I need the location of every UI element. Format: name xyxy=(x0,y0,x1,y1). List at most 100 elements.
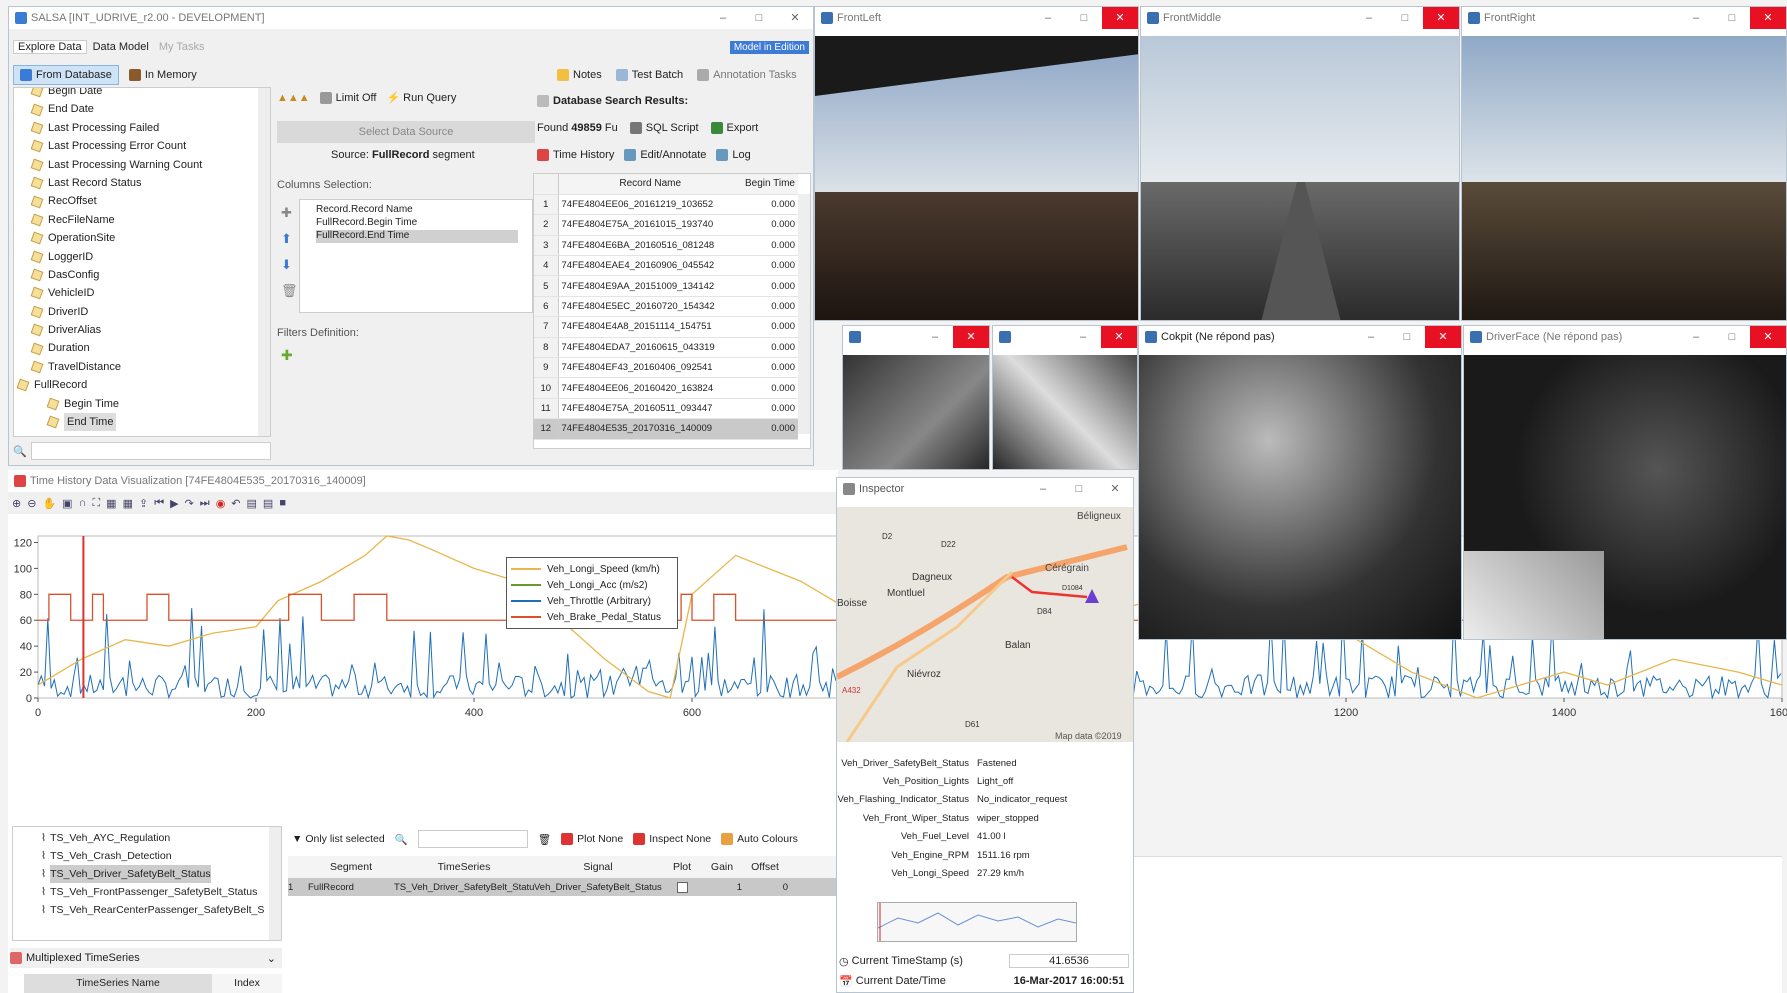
minimize-button[interactable]: – xyxy=(1025,478,1061,500)
minimize-button[interactable]: – xyxy=(1678,7,1714,29)
delete-column-icon[interactable]: 🗑 xyxy=(281,283,298,299)
annotation-tasks-button[interactable]: Annotation Tasks xyxy=(697,69,797,81)
tab-my-tasks[interactable]: My Tasks xyxy=(155,41,209,53)
tree-item[interactable]: Last Record Status xyxy=(30,174,270,192)
export-chart-icon[interactable]: ⇪ xyxy=(139,497,148,510)
close-button[interactable]: ✕ xyxy=(1097,478,1133,500)
close-button[interactable]: ✕ xyxy=(1750,7,1786,29)
undo-icon[interactable]: ↶ xyxy=(231,497,240,510)
legend-item[interactable]: Veh_Longi_Speed (km/h) xyxy=(511,561,673,577)
table-row[interactable]: 2 74FE4804E75A_20161015_193740 0.000 xyxy=(534,214,798,236)
pan-hand-icon[interactable]: ✋ xyxy=(42,497,56,510)
table-row[interactable]: 7 74FE4804E4A8_20151114_154751 0.000 xyxy=(534,316,798,338)
tree-item[interactable]: End Time xyxy=(32,413,270,432)
tab-explore-data[interactable]: Explore Data xyxy=(13,40,87,54)
minimize-button[interactable]: – xyxy=(1065,326,1101,348)
chevron-down-icon[interactable]: ⌄ xyxy=(267,952,276,965)
column-item[interactable]: Record.Record Name xyxy=(316,204,532,217)
filter-icon[interactable]: ▲▲▲ xyxy=(277,92,310,104)
tree-item[interactable]: RecOffset xyxy=(30,192,270,210)
table-row[interactable]: 9 74FE4804EF43_20160406_092541 0.000 xyxy=(534,357,798,379)
signal-col-header[interactable]: Signal xyxy=(534,861,662,873)
plot-checkbox[interactable] xyxy=(662,881,702,893)
tree-item[interactable]: Duration xyxy=(30,339,270,357)
signal-col-header[interactable]: Gain xyxy=(702,861,742,873)
tree-item[interactable]: Last Processing Warning Count xyxy=(30,156,270,174)
legend-item[interactable]: Veh_Brake_Pedal_Status xyxy=(511,609,673,625)
timeseries-item[interactable]: ⌇ TS_Veh_RearCenterPassenger_SafetyBelt_S xyxy=(41,901,281,919)
table-row[interactable]: 5 74FE4804E9AA_20151009_134142 0.000 xyxy=(534,275,798,297)
tree-item[interactable]: FullRecord xyxy=(16,376,270,394)
table-row[interactable]: 1 74FE4804EE06_20161219_103652 0.000 xyxy=(534,194,798,216)
step-icon[interactable]: ↷ xyxy=(185,497,194,510)
multiplexed-header[interactable]: Multiplexed TimeSeries ⌄ xyxy=(10,948,282,968)
table-row[interactable]: 10 74FE4804EE06_20160420_163824 0.000 xyxy=(534,377,798,399)
select-data-source-button[interactable]: Select Data Source xyxy=(277,121,535,143)
close-button[interactable]: ✕ xyxy=(1102,7,1138,29)
close-button[interactable]: ✕ xyxy=(953,326,989,348)
table-row[interactable]: 8 74FE4804EDA7_20160615_043319 0.000 xyxy=(534,337,798,359)
notes-button[interactable]: Notes xyxy=(557,69,602,81)
minimize-button[interactable]: – xyxy=(917,326,953,348)
first-icon[interactable]: ⏮ xyxy=(154,497,164,510)
edit-annotate-button[interactable]: Edit/Annotate xyxy=(624,149,706,161)
close-button[interactable]: ✕ xyxy=(1423,7,1459,29)
maximize-button[interactable]: □ xyxy=(1389,326,1425,348)
tree-item[interactable]: End Date xyxy=(30,100,270,118)
minimize-button[interactable]: – xyxy=(1351,7,1387,29)
limit-off-button[interactable]: Limit Off xyxy=(319,91,376,104)
table-row[interactable]: 12 74FE4804E535_20170316_140009 0.000 xyxy=(534,418,798,440)
begin-time-header[interactable]: Begin Time xyxy=(741,174,798,195)
zoom-in-icon[interactable]: ⊕ xyxy=(12,497,21,510)
tree-item[interactable]: RecFileName xyxy=(30,211,270,229)
tree-item[interactable]: OperationSite xyxy=(30,229,270,247)
record-icon[interactable]: ◉ xyxy=(216,497,226,510)
magnet-icon[interactable]: ∩ xyxy=(79,497,87,509)
timeseries-item[interactable]: ⌇ TS_Veh_Driver_SafetyBelt_Status xyxy=(41,864,281,884)
signal-row[interactable]: 1 FullRecord TS_Veh_Driver_SafetyBelt_Stat… xyxy=(288,878,838,896)
zoom-box-icon[interactable]: ▣ xyxy=(62,497,72,510)
maximize-button[interactable]: □ xyxy=(1387,7,1423,29)
signal-filter-input[interactable] xyxy=(417,830,528,848)
grid2-icon[interactable]: ▦ xyxy=(123,497,133,510)
maximize-button[interactable]: □ xyxy=(1714,326,1750,348)
close-button[interactable]: ✕ xyxy=(1101,326,1137,348)
tree-search-input[interactable] xyxy=(30,442,271,460)
timeseries-item[interactable]: ⌇ TS_Veh_Crash_Detection xyxy=(41,847,281,865)
tree-item[interactable]: Last Processing Failed xyxy=(30,119,270,137)
signal-col-header[interactable]: Plot xyxy=(662,861,702,873)
in-memory-button[interactable]: In Memory xyxy=(128,65,197,85)
last-icon[interactable]: ⏭ xyxy=(200,497,210,510)
minimize-button[interactable]: – xyxy=(705,7,741,29)
zoom-out-icon[interactable]: ⊖ xyxy=(27,497,36,510)
timeseries-item[interactable]: ⌇ TS_Veh_AYC_Regulation xyxy=(41,829,281,847)
fit-icon[interactable]: ⛶ xyxy=(92,497,100,510)
table-row[interactable]: 3 74FE4804E6BA_20160516_081248 0.000 xyxy=(534,235,798,257)
run-query-button[interactable]: ⚡ Run Query xyxy=(386,91,456,105)
maximize-button[interactable]: □ xyxy=(1066,7,1102,29)
minimize-button[interactable]: – xyxy=(1030,7,1066,29)
tree-item[interactable]: VehicleID xyxy=(30,284,270,302)
ts-name-header[interactable]: TimeSeries Name xyxy=(24,974,212,993)
maximize-button[interactable]: □ xyxy=(741,7,777,29)
add-filter-icon[interactable]: ✚ xyxy=(281,347,293,364)
ts-scrollbar[interactable] xyxy=(269,827,281,940)
tree-item[interactable]: Begin Time xyxy=(32,395,270,413)
grid-icon[interactable]: ▦ xyxy=(106,497,116,510)
results-scrollbar[interactable] xyxy=(798,194,810,434)
add-column-icon[interactable]: ✚ xyxy=(281,205,298,221)
close-button[interactable]: ✕ xyxy=(777,7,813,29)
table-row[interactable]: 11 74FE4804E75A_20160511_093447 0.000 xyxy=(534,398,798,420)
legend-item[interactable]: Veh_Longi_Acc (m/s2) xyxy=(511,577,673,593)
auto-colours-button[interactable]: Auto Colours xyxy=(721,833,798,845)
tree-item[interactable]: Begin Date xyxy=(30,88,270,100)
close-button[interactable]: ✕ xyxy=(1425,326,1461,348)
test-batch-button[interactable]: Test Batch xyxy=(615,69,683,81)
layout2-icon[interactable]: ▤ xyxy=(263,497,273,510)
export-button[interactable]: Export xyxy=(710,122,758,134)
log-button[interactable]: Log xyxy=(716,149,751,161)
tree-item[interactable]: LoggerID xyxy=(30,248,270,266)
trash-icon[interactable]: 🗑 xyxy=(538,833,551,846)
timeseries-item[interactable]: ⌇ TS_Veh_FrontPassenger_SafetyBelt_Status xyxy=(41,883,281,901)
signal-col-header[interactable]: TimeSeries xyxy=(394,861,534,873)
